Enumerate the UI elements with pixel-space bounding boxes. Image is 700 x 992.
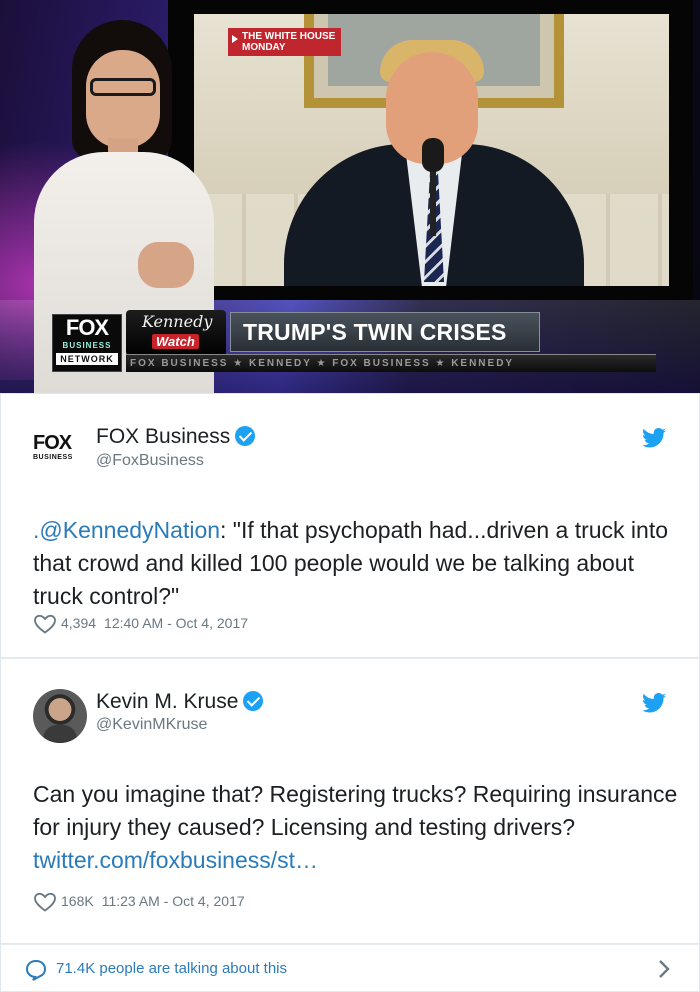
- quoted-tweet-link[interactable]: twitter.com/foxbusiness/st…: [33, 847, 318, 873]
- heart-icon[interactable]: [33, 892, 57, 912]
- lower-third-graphic: FOX BUSINESS NETWORK Kennedy Watch TRUMP…: [52, 308, 700, 374]
- author-handle[interactable]: @FoxBusiness: [96, 451, 204, 471]
- author-name[interactable]: FOX Business: [96, 424, 256, 450]
- broadcast-image: THE WHITE HOUSE MONDAY FOX BUSINESS NETW…: [0, 0, 700, 393]
- embedded-tweet[interactable]: Kevin M. Kruse @KevinMKruse Can you imag…: [0, 658, 700, 944]
- tweet-timestamp[interactable]: 11:23 AM - Oct 4, 2017: [102, 893, 245, 909]
- kennedy-watch-logo: Kennedy Watch: [126, 310, 226, 356]
- verified-badge-icon: [235, 426, 256, 446]
- mention-link[interactable]: .@KennedyNation: [33, 517, 220, 543]
- conversation-footer[interactable]: 71.4K people are talking about this: [0, 944, 700, 992]
- glasses-icon: [90, 78, 156, 96]
- like-count[interactable]: 4,394: [61, 615, 96, 631]
- tweet-meta: 4,394 12:40 AM - Oct 4, 2017: [33, 613, 256, 634]
- tweet-timestamp[interactable]: 12:40 AM - Oct 4, 2017: [104, 615, 248, 631]
- author-name[interactable]: Kevin M. Kruse: [96, 689, 264, 715]
- speech-bubble-icon: [25, 959, 47, 981]
- chyron-headline: TRUMP'S TWIN CRISES: [230, 312, 540, 352]
- tweet-meta: 168K 11:23 AM - Oct 4, 2017: [33, 891, 253, 912]
- people-talking-link[interactable]: 71.4K people are talking about this: [56, 959, 287, 979]
- twitter-bird-icon[interactable]: [642, 428, 666, 448]
- verified-badge-icon: [243, 691, 264, 711]
- embedded-tweet[interactable]: FOX BUSINESS FOX Business @FoxBusiness .…: [0, 393, 700, 658]
- tweet-text: Can you imagine that? Registering trucks…: [33, 781, 678, 873]
- twitter-bird-icon[interactable]: [642, 693, 666, 713]
- heart-icon[interactable]: [33, 614, 57, 634]
- news-ticker: FOX BUSINESS ★ KENNEDY ★ FOX BUSINESS ★ …: [126, 354, 656, 372]
- monitor-screen: THE WHITE HOUSE MONDAY: [194, 14, 669, 286]
- fox-business-network-logo: FOX BUSINESS NETWORK: [52, 314, 122, 372]
- chevron-right-icon[interactable]: [657, 958, 671, 980]
- fox-business-avatar[interactable]: FOX BUSINESS: [33, 432, 87, 486]
- tweet-text: .@KennedyNation: "If that psychopath had…: [33, 517, 669, 609]
- author-handle[interactable]: @KevinMKruse: [96, 715, 207, 735]
- like-count[interactable]: 168K: [61, 893, 94, 909]
- location-tag: THE WHITE HOUSE MONDAY: [228, 28, 342, 56]
- kevin-kruse-avatar[interactable]: [33, 689, 87, 743]
